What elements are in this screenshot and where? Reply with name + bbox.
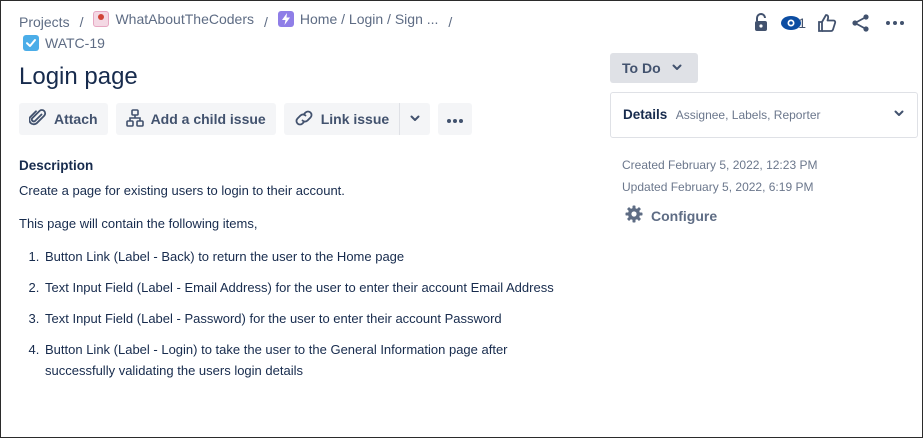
breadcrumb-separator: / bbox=[79, 14, 84, 30]
watch-count: 1 bbox=[798, 15, 806, 31]
chevron-down-icon bbox=[893, 106, 905, 124]
epic-lightning-icon bbox=[277, 11, 294, 27]
paperclip-icon bbox=[28, 108, 47, 130]
hierarchy-icon bbox=[125, 108, 144, 130]
configure-button[interactable]: Configure bbox=[625, 205, 717, 226]
page-title[interactable]: Login page bbox=[19, 63, 138, 91]
link-issue-group: Link issue bbox=[283, 103, 431, 135]
created-timestamp: Created February 5, 2022, 12:23 PM bbox=[622, 158, 818, 172]
breadcrumb-issue[interactable]: WATC-19 bbox=[23, 33, 105, 56]
link-issue-dropdown[interactable] bbox=[399, 103, 431, 135]
description-list: Button Link (Label - Back) to return the… bbox=[19, 246, 559, 381]
link-issue-button[interactable]: Link issue bbox=[283, 103, 400, 135]
more-actions-icon[interactable] bbox=[878, 9, 912, 37]
issue-toolbar: 1 bbox=[744, 9, 912, 37]
add-child-issue-button[interactable]: Add a child issue bbox=[115, 103, 276, 135]
chevron-down-icon bbox=[671, 60, 683, 76]
configure-label: Configure bbox=[651, 207, 718, 224]
list-item: Button Link (Label - Login) to take the … bbox=[43, 339, 559, 381]
attach-label: Attach bbox=[54, 111, 98, 127]
breadcrumb-projects[interactable]: Projects bbox=[19, 12, 70, 32]
breadcrumb: Projects / WhatAboutTheCoders / Home / Login… bbox=[19, 9, 462, 32]
link-icon bbox=[294, 109, 314, 130]
description-heading: Description bbox=[19, 158, 94, 173]
lock-icon[interactable] bbox=[744, 9, 778, 37]
breadcrumb-project[interactable]: WhatAboutTheCoders bbox=[93, 9, 254, 29]
status-label: To Do bbox=[622, 60, 661, 76]
like-icon[interactable] bbox=[810, 9, 844, 37]
breadcrumb-epic-label: Home / Login / Sign ... bbox=[299, 11, 439, 27]
status-dropdown[interactable]: To Do bbox=[610, 53, 698, 83]
gear-icon bbox=[625, 205, 643, 226]
details-title: Details bbox=[623, 107, 668, 122]
details-panel[interactable]: Details Assignee, Labels, Reporter bbox=[610, 92, 918, 138]
link-issue-label: Link issue bbox=[320, 111, 390, 127]
details-subtitle: Assignee, Labels, Reporter bbox=[675, 108, 821, 122]
issue-key: WATC-19 bbox=[45, 35, 105, 51]
share-icon[interactable] bbox=[844, 9, 878, 37]
list-item: Button Link (Label - Back) to return the… bbox=[43, 246, 559, 267]
description-intro: Create a page for existing users to logi… bbox=[19, 183, 345, 198]
issue-actions: Attach Add a child issue Link issue bbox=[19, 103, 473, 135]
ellipsis-icon bbox=[446, 111, 464, 127]
attach-button[interactable]: Attach bbox=[19, 103, 108, 135]
add-child-issue-label: Add a child issue bbox=[150, 111, 266, 127]
breadcrumb-project-label: WhatAboutTheCoders bbox=[115, 11, 254, 27]
more-button[interactable] bbox=[438, 103, 473, 135]
description[interactable]: Description Create a page for existing u… bbox=[19, 155, 559, 391]
updated-timestamp: Updated February 5, 2022, 6:19 PM bbox=[622, 180, 814, 194]
list-item: Text Input Field (Label - Password) for … bbox=[43, 308, 559, 329]
project-avatar-icon bbox=[93, 11, 110, 27]
description-list-intro: This page will contain the following ite… bbox=[19, 216, 258, 231]
breadcrumb-epic[interactable]: Home / Login / Sign ... bbox=[277, 9, 439, 29]
breadcrumb-separator: / bbox=[448, 14, 453, 30]
task-check-icon bbox=[23, 35, 39, 51]
breadcrumb-separator: / bbox=[264, 14, 268, 30]
list-item: Text Input Field (Label - Email Address)… bbox=[43, 277, 559, 298]
chevron-down-icon bbox=[408, 111, 422, 128]
